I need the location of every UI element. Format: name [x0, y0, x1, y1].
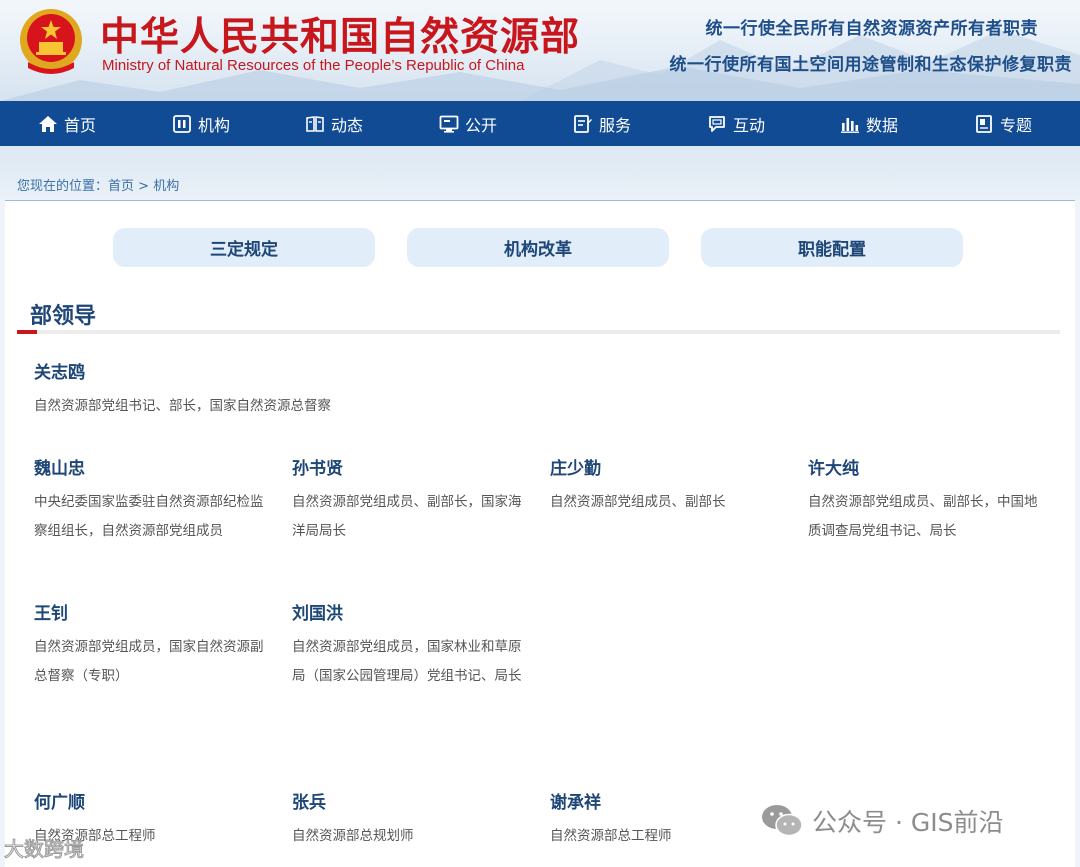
nav-item-label: 公开 [465, 115, 498, 135]
leader-name[interactable]: 孙书贤 [292, 458, 522, 480]
home-icon [39, 115, 57, 132]
leader-title: 自然资源部总规划师 [292, 828, 414, 844]
leader-name[interactable]: 何广顺 [34, 792, 264, 814]
leader-name[interactable]: 魏山忠 [34, 458, 264, 480]
leader-card: 魏山忠 中央纪委国家监委驻自然资源部纪检监察组组长，自然资源部党组成员 [34, 458, 264, 546]
main-nav: 首页 机构 动态 公开 服务 互动 数据 专题 [0, 101, 1080, 146]
nav-item-interaction[interactable]: 互动 [707, 101, 765, 146]
leader-name[interactable]: 刘国洪 [292, 603, 522, 625]
topic-icon [976, 114, 992, 133]
interaction-icon [709, 115, 725, 132]
nav-item-label: 专题 [1000, 115, 1033, 135]
leader-title: 自然资源部党组成员，国家林业和草原局（国家公园管理局）党组书记、局长 [292, 639, 522, 684]
nav-item-organization[interactable]: 机构 [172, 101, 230, 146]
leader-name[interactable]: 王钊 [34, 603, 264, 625]
slogan-line-2: 统一行使所有国土空间用途管制和生态保护修复职责 [669, 55, 1072, 75]
leader-card: 刘国洪 自然资源部党组成员，国家林业和草原局（国家公园管理局）党组书记、局长 [292, 603, 522, 691]
nav-item-label: 互动 [733, 115, 766, 135]
breadcrumb-prefix: 您现在的位置： [17, 179, 109, 194]
nav-item-label: 动态 [331, 115, 364, 135]
leader-title: 自然资源部党组书记、部长，国家自然资源总督察 [34, 398, 331, 414]
watermark-left: 大数跨境 [4, 837, 85, 862]
main-content-panel: 三定规定 机构改革 职能配置 部领导 关志鸥 自然资源部党组书记、部长，国家自然… [5, 200, 1075, 867]
breadcrumb: 您现在的位置：首页 > 机构 [17, 175, 179, 194]
leader-card: 关志鸥 自然资源部党组书记、部长，国家自然资源总督察 [34, 362, 454, 421]
nav-item-home[interactable]: 首页 [38, 101, 96, 146]
site-title[interactable]: 中华人民共和国自然资源部 [100, 6, 580, 62]
leader-card: 张兵 自然资源部总规划师 [292, 792, 522, 851]
breadcrumb-current-link[interactable]: 机构 [153, 179, 179, 194]
section-divider [17, 330, 1060, 334]
leader-card: 孙书贤 自然资源部党组成员、副部长，国家海洋局局长 [292, 458, 522, 546]
leader-name[interactable]: 庄少勤 [550, 458, 780, 480]
leader-card: 许大纯 自然资源部党组成员、副部长，中国地质调查局党组书记、局长 [808, 458, 1038, 546]
section-divider-accent [17, 330, 37, 334]
tab-three-determination[interactable]: 三定规定 [113, 228, 375, 267]
nav-item-label: 服务 [599, 115, 632, 135]
nav-item-service[interactable]: 服务 [573, 101, 631, 146]
disclosure-icon [439, 115, 459, 133]
leader-name[interactable]: 关志鸥 [34, 362, 454, 384]
nav-item-data[interactable]: 数据 [840, 101, 898, 146]
tab-function-allocation[interactable]: 职能配置 [701, 228, 963, 267]
watermark-right: 公众号 · GIS前沿 [760, 803, 1003, 839]
service-icon [574, 114, 592, 133]
slogan-line-1: 统一行使全民所有自然资源资产所有者职责 [705, 19, 1038, 39]
leader-title: 自然资源部总工程师 [550, 828, 672, 844]
nav-item-label: 机构 [198, 115, 231, 135]
leader-name[interactable]: 谢承祥 [550, 792, 780, 814]
leader-card: 庄少勤 自然资源部党组成员、副部长 [550, 458, 780, 517]
watermark-right-text: 公众号 · GIS前沿 [812, 808, 1004, 837]
leader-name[interactable]: 许大纯 [808, 458, 1038, 480]
nav-item-label: 数据 [866, 115, 899, 135]
leader-card: 王钊 自然资源部党组成员，国家自然资源副总督察（专职） [34, 603, 264, 691]
nav-item-news[interactable]: 动态 [305, 101, 363, 146]
leader-title: 自然资源部党组成员、副部长，国家海洋局局长 [292, 494, 522, 539]
breadcrumb-separator: > [134, 179, 154, 194]
leader-card: 谢承祥 自然资源部总工程师 [550, 792, 780, 851]
wechat-icon [762, 805, 803, 837]
nav-item-topic[interactable]: 专题 [974, 101, 1032, 146]
leader-title: 自然资源部党组成员，国家自然资源副总督察（专职） [34, 639, 264, 684]
site-header: 中华人民共和国自然资源部 Ministry of Natural Resourc… [0, 0, 1080, 101]
data-chart-icon [841, 117, 859, 133]
breadcrumb-home-link[interactable]: 首页 [108, 179, 134, 194]
tab-institutional-reform[interactable]: 机构改革 [407, 228, 669, 267]
nav-item-label: 首页 [64, 115, 97, 135]
national-emblem-icon [20, 9, 82, 74]
leader-title: 中央纪委国家监委驻自然资源部纪检监察组组长，自然资源部党组成员 [34, 494, 264, 539]
site-subtitle: Ministry of Natural Resources of the Peo… [102, 57, 525, 74]
leader-name[interactable]: 张兵 [292, 792, 522, 814]
section-title: 部领导 [30, 304, 97, 329]
nav-item-disclosure[interactable]: 公开 [439, 101, 497, 146]
leader-title: 自然资源部党组成员、副部长 [550, 494, 726, 510]
leader-title: 自然资源部党组成员、副部长，中国地质调查局党组书记、局长 [808, 494, 1038, 539]
organization-icon [173, 114, 191, 133]
news-icon [306, 115, 324, 132]
